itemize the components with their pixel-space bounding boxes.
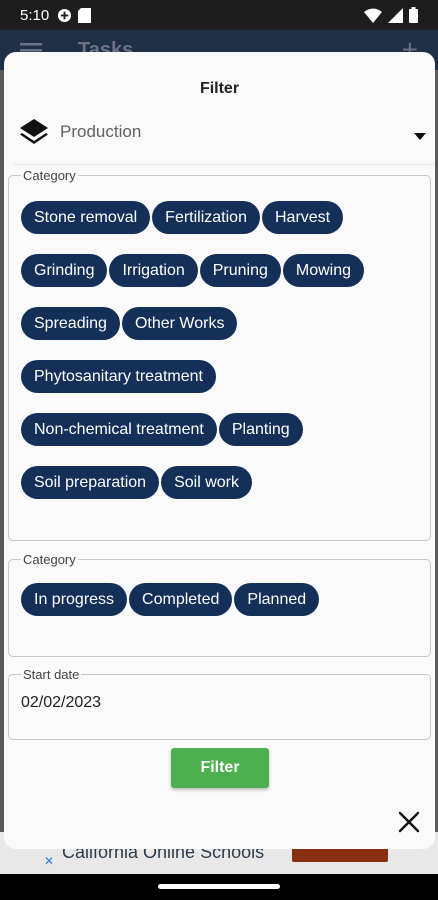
chip-mowing[interactable]: Mowing — [282, 254, 365, 287]
signal-icon — [388, 7, 403, 23]
battery-icon — [409, 7, 418, 23]
chip-spreading[interactable]: Spreading — [21, 307, 120, 340]
category-chips: Stone removal Fertilization Harvest Grin… — [21, 183, 418, 499]
category-fieldset: Category Stone removal Fertilization Har… — [8, 168, 431, 541]
filter-dialog: Filter Production Category Stone removal… — [4, 52, 435, 849]
status-time: 5:10 — [20, 6, 50, 24]
status-fieldset: Category In progress Completed Planned — [8, 552, 431, 657]
chip-phytosanitary-treatment[interactable]: Phytosanitary treatment — [21, 360, 216, 393]
production-select[interactable]: Production — [18, 112, 428, 152]
chip-other-works[interactable]: Other Works — [121, 307, 238, 340]
chip-pruning[interactable]: Pruning — [199, 254, 281, 287]
wifi-icon — [364, 8, 382, 23]
chip-harvest[interactable]: Harvest — [261, 201, 344, 234]
category-legend: Category — [23, 168, 76, 183]
status-bar: 5:10 — [0, 0, 438, 30]
chip-grinding[interactable]: Grinding — [21, 254, 108, 287]
chip-stone-removal[interactable]: Stone removal — [21, 201, 151, 234]
navigation-bar — [0, 874, 438, 900]
start-date-legend: Start date — [23, 667, 80, 682]
home-gesture-pill[interactable] — [158, 884, 280, 889]
dialog-title: Filter — [199, 80, 240, 97]
chip-soil-preparation[interactable]: Soil preparation — [21, 466, 160, 499]
status-legend: Category — [23, 552, 76, 567]
chip-completed[interactable]: Completed — [129, 583, 233, 616]
close-icon[interactable] — [397, 810, 421, 834]
sd-card-icon — [78, 7, 92, 23]
status-chips: In progress Completed Planned — [21, 567, 418, 616]
chip-planting[interactable]: Planting — [218, 413, 303, 446]
chip-fertilization[interactable]: Fertilization — [152, 201, 260, 234]
filter-button[interactable]: Filter — [171, 748, 269, 788]
chip-non-chemical-treatment[interactable]: Non-chemical treatment — [21, 413, 217, 446]
chip-in-progress[interactable]: In progress — [21, 583, 128, 616]
chip-planned[interactable]: Planned — [234, 583, 320, 616]
start-date-value[interactable]: 02/02/2023 — [21, 682, 418, 712]
select-underline — [14, 164, 434, 165]
layers-icon — [20, 119, 48, 144]
chip-irrigation[interactable]: Irrigation — [109, 254, 198, 287]
production-select-value: Production — [60, 122, 142, 141]
game-controller-icon — [58, 8, 72, 22]
dropdown-arrow-icon[interactable] — [414, 132, 426, 140]
ad-close-icon[interactable]: ✕ — [44, 854, 54, 868]
chip-soil-work[interactable]: Soil work — [161, 466, 252, 499]
start-date-field[interactable]: Start date 02/02/2023 — [8, 667, 431, 740]
